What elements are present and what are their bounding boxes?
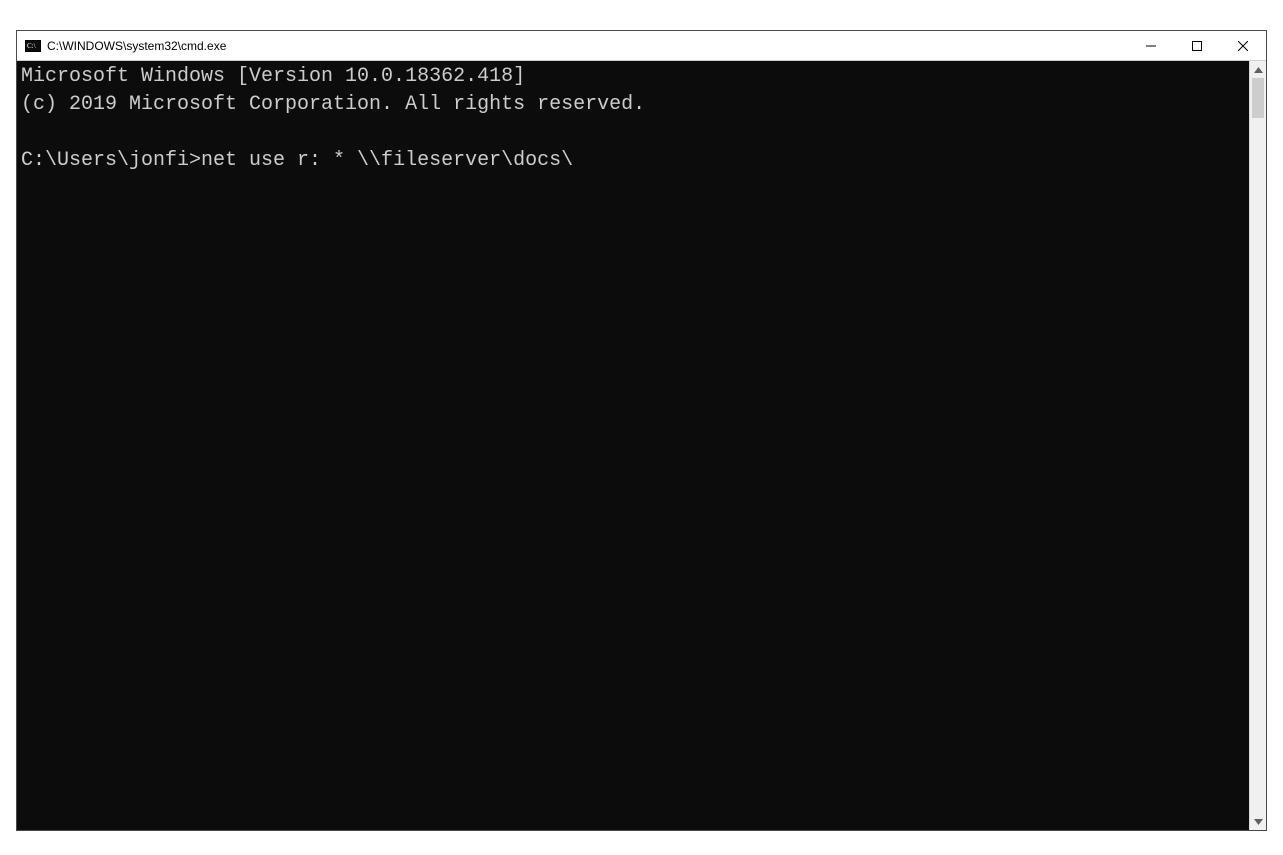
maximize-button[interactable] bbox=[1174, 31, 1220, 60]
scroll-track[interactable] bbox=[1250, 78, 1266, 813]
window-title: C:\WINDOWS\system32\cmd.exe bbox=[47, 39, 1128, 53]
scroll-down-arrow-icon[interactable] bbox=[1250, 813, 1266, 830]
prompt: C:\Users\jonfi> bbox=[21, 149, 201, 172]
title-bar[interactable]: C:\ C:\WINDOWS\system32\cmd.exe bbox=[17, 31, 1266, 61]
banner-line-1: Microsoft Windows [Version 10.0.18362.41… bbox=[21, 65, 525, 88]
svg-text:C:\: C:\ bbox=[27, 42, 36, 50]
minimize-button[interactable] bbox=[1128, 31, 1174, 60]
command-input[interactable]: net use r: * \\fileserver\docs\ bbox=[201, 149, 573, 172]
close-button[interactable] bbox=[1220, 31, 1266, 60]
terminal-output[interactable]: Microsoft Windows [Version 10.0.18362.41… bbox=[17, 61, 1249, 830]
scroll-up-arrow-icon[interactable] bbox=[1250, 61, 1266, 78]
vertical-scrollbar[interactable] bbox=[1249, 61, 1266, 830]
window-controls bbox=[1128, 31, 1266, 60]
client-area: Microsoft Windows [Version 10.0.18362.41… bbox=[17, 61, 1266, 830]
cmd-window: C:\ C:\WINDOWS\system32\cmd.exe Microsof… bbox=[16, 30, 1267, 831]
scroll-thumb[interactable] bbox=[1252, 78, 1264, 118]
banner-line-2: (c) 2019 Microsoft Corporation. All righ… bbox=[21, 93, 645, 116]
cmd-icon: C:\ bbox=[25, 38, 41, 54]
